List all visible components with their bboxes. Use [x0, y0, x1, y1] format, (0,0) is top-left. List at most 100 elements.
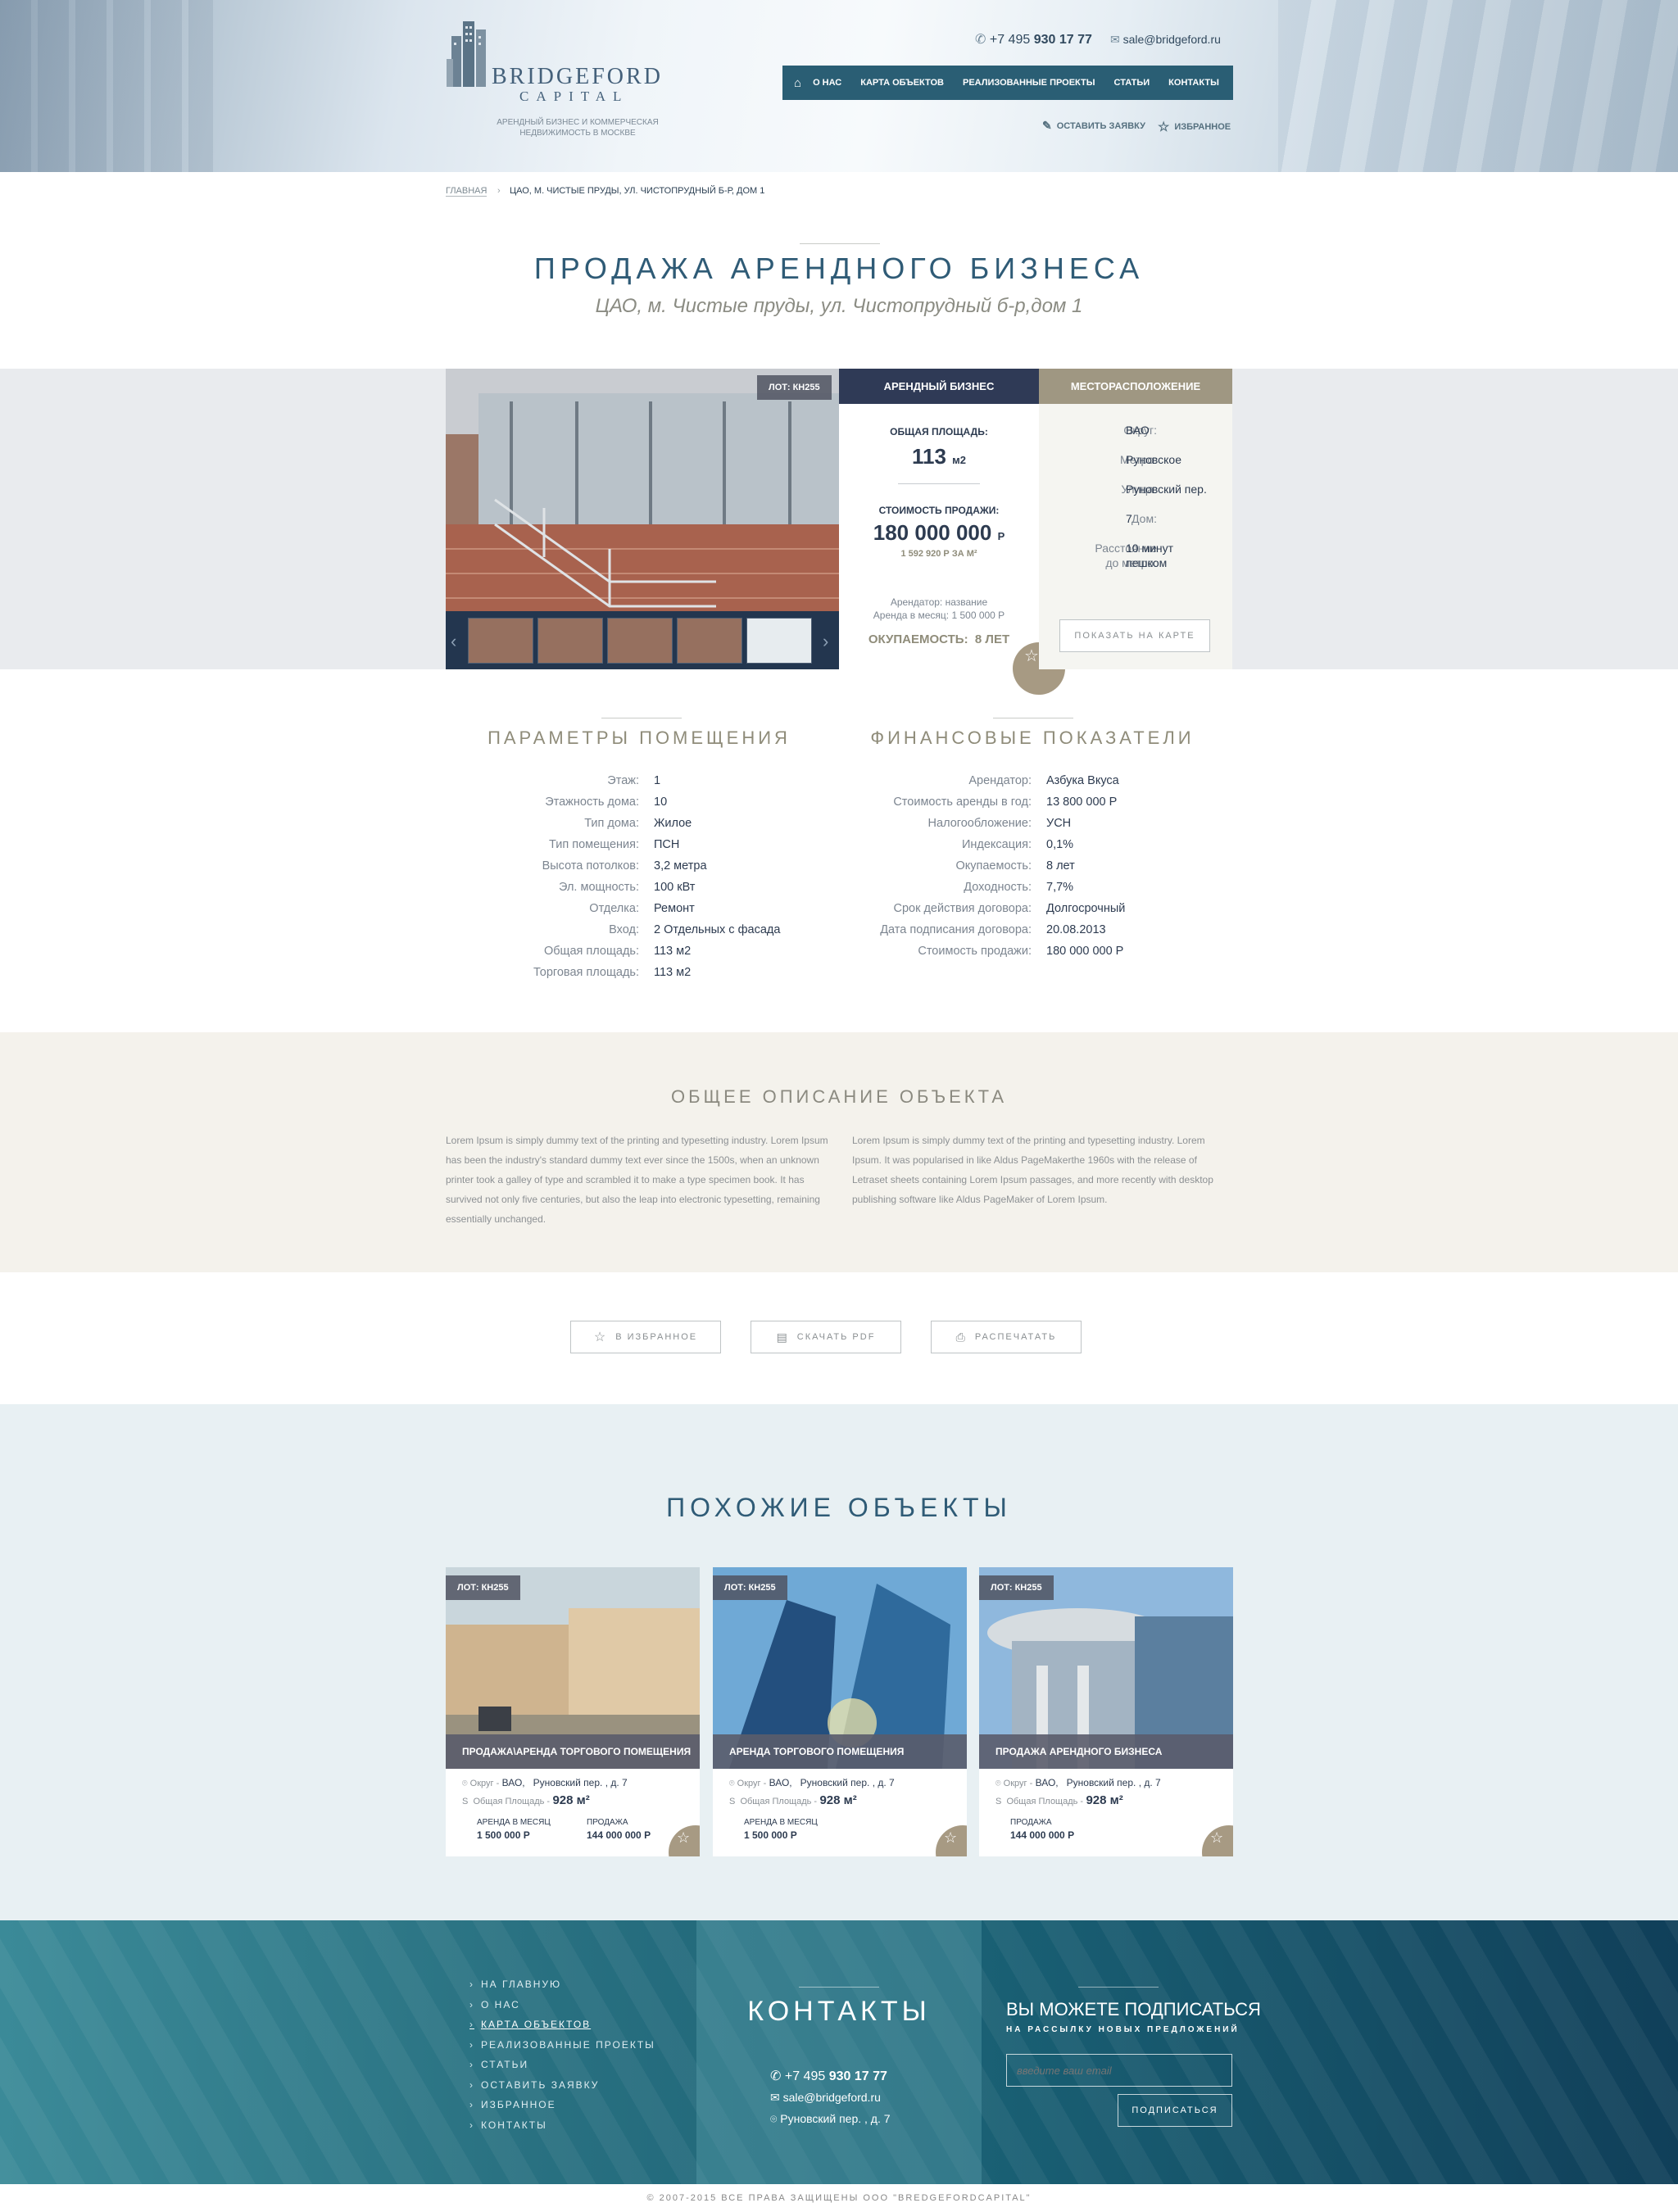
home-icon[interactable]: ⌂: [794, 76, 801, 90]
card-area: S Общая Площадь - 928 м²: [995, 1793, 1123, 1807]
finance-value: УСН: [1046, 817, 1072, 830]
param-value: 2 Отдельных с фасада: [654, 923, 781, 936]
footer-nav-articles[interactable]: Статьи: [469, 2055, 655, 2075]
similar-card[interactable]: Лот: КН255 Продажа арендного бизнеса ⌾ О…: [979, 1567, 1233, 1856]
nav-projects[interactable]: Реализованные проекты: [963, 78, 1095, 88]
param-key: Эл. мощность:: [559, 881, 639, 894]
thumbnail[interactable]: [468, 617, 533, 664]
footer-nav-contacts[interactable]: Контакты: [469, 2115, 655, 2136]
param-key: Высота потолков:: [542, 859, 639, 873]
card-district: ВАО,: [769, 1777, 792, 1788]
footer-nav: На главную О нас Карта объектов Реализов…: [469, 1974, 655, 2135]
thumbnail[interactable]: [746, 617, 812, 664]
param-value: Ремонт: [654, 902, 695, 915]
card-rent-label: Аренда в месяц: [477, 1818, 551, 1827]
payback-label: Окупаемость:: [868, 632, 968, 646]
area-value: 113: [911, 444, 946, 469]
params-title: Параметры помещения: [488, 728, 791, 748]
area-icon: S: [995, 1797, 1007, 1806]
star-icon: ☆: [1210, 1829, 1224, 1846]
location-key: Дом:: [1132, 512, 1157, 525]
header-email[interactable]: ✉ sale@bridgeford.ru: [1110, 33, 1221, 47]
divider: [898, 483, 980, 484]
header-phone-prefix: +7 495: [989, 33, 1031, 47]
favorites-link[interactable]: ☆ Избранное: [1158, 119, 1231, 135]
param-key: Торговая площадь:: [533, 966, 639, 979]
params-list: Этаж: 1 Этажность дома: 10 Тип дома: Жилое …: [492, 770, 780, 983]
logo-tagline: Арендный бизнес и коммерческая недвижимо…: [497, 118, 659, 138]
footer: [0, 1920, 1678, 2184]
main-nav: ⌂ О нас Карта объектов Реализованные про…: [782, 66, 1233, 100]
finance-key: Стоимость продажи:: [918, 945, 1032, 958]
finance-value: Азбука Вкуса: [1046, 774, 1119, 787]
pin-icon: ⌾: [995, 1779, 1004, 1788]
add-favorite-button[interactable]: ☆ В избранное: [570, 1321, 721, 1353]
next-arrow-icon[interactable]: ›: [823, 631, 828, 652]
param-key: Этажность дома:: [545, 796, 639, 809]
star-icon: ☆: [593, 1330, 608, 1344]
printer-icon: ⎙: [955, 1330, 967, 1344]
finance-key: Налогообложение:: [927, 817, 1032, 830]
param-value: 100 кВт: [654, 881, 696, 894]
footer-email-text: sale@bridgeford.ru: [782, 2091, 881, 2104]
card-district: ВАО,: [501, 1777, 525, 1788]
description-title: Общее описание объекта: [670, 1086, 1008, 1107]
footer-contacts-panel: [696, 1920, 982, 2184]
add-favorite-label: В избранное: [615, 1332, 698, 1342]
footer-nav-about[interactable]: О нас: [469, 1995, 655, 2015]
mail-icon: ✉: [1110, 33, 1123, 46]
footer-nav-map[interactable]: Карта объектов: [469, 2015, 655, 2035]
similar-card[interactable]: Лот: КН255 Аренда торгового помещения ⌾ …: [713, 1567, 967, 1856]
download-pdf-button[interactable]: ▤ Скачать PDF: [751, 1321, 901, 1353]
logo-subtitle[interactable]: CAPITAL: [519, 88, 628, 105]
nav-contacts[interactable]: Контакты: [1168, 78, 1219, 88]
footer-nav-request[interactable]: Оставить заявку: [469, 2075, 655, 2096]
footer-nav-projects[interactable]: Реализованные проекты: [469, 2035, 655, 2056]
subscribe-email-input[interactable]: [1006, 2054, 1232, 2087]
header-phone[interactable]: ✆ +7 495 930 17 77: [975, 31, 1092, 48]
print-button[interactable]: ⎙ Распечатать: [931, 1321, 1082, 1353]
card-area-label: Общая Площадь -: [1006, 1797, 1084, 1806]
param-key: Тип дома:: [584, 817, 639, 830]
price-per-m: 1 592 920 Р за м²: [900, 549, 977, 559]
finance-key: Окупаемость:: [955, 859, 1032, 873]
nav-about[interactable]: О нас: [813, 78, 841, 88]
param-key: Вход:: [609, 923, 639, 936]
download-pdf-label: Скачать PDF: [796, 1332, 876, 1342]
payback-value: 8 лет: [974, 632, 1010, 646]
param-key: Этаж:: [607, 774, 639, 787]
similar-card[interactable]: Лот: КН255 Продажа\аренда торгового поме…: [446, 1567, 700, 1856]
card-area-value: 928 м²: [819, 1793, 857, 1807]
description-section: [0, 1032, 1678, 1272]
request-link[interactable]: ✎ Оставить заявку: [1042, 119, 1145, 133]
page-title: Продажа арендного бизнеса: [533, 252, 1145, 285]
footer-nav-favorites[interactable]: Избранное: [469, 2095, 655, 2115]
lot-badge: Лот: КН255: [757, 375, 832, 400]
similar-title: Похожие объекты: [666, 1493, 1012, 1522]
param-value: 3,2 метра: [654, 859, 707, 873]
thumbnail[interactable]: [537, 617, 603, 664]
title-rule: [800, 243, 880, 244]
prev-arrow-icon[interactable]: ‹: [451, 631, 456, 652]
footer-nav-home[interactable]: На главную: [469, 1974, 655, 1995]
area-value-line: 113 м2: [839, 444, 1039, 469]
footer-phone[interactable]: ✆ +7 495 930 17 77: [770, 2068, 887, 2084]
subscribe-button[interactable]: Подписаться: [1118, 2094, 1232, 2127]
nav-map[interactable]: Карта объектов: [860, 78, 944, 88]
breadcrumb-home[interactable]: Главная: [446, 186, 488, 197]
logo-title[interactable]: BRIDGEFORD: [492, 64, 663, 90]
show-on-map-button[interactable]: Показать на карте: [1059, 619, 1210, 652]
thumbnail[interactable]: [677, 617, 742, 664]
photo-thumbnails: [446, 611, 839, 669]
nav-articles[interactable]: Статьи: [1114, 78, 1150, 88]
card-district: ВАО,: [1035, 1777, 1059, 1788]
logo-building-icon[interactable]: [447, 18, 497, 93]
edit-icon: ✎: [1042, 119, 1052, 132]
rent-line: Аренда в месяц: 1 500 000 Р: [873, 610, 1005, 621]
thumbnail[interactable]: [607, 617, 673, 664]
description-left: Lorem Ipsum is simply dummy text of the …: [446, 1135, 828, 1225]
finance-value: 20.08.2013: [1046, 923, 1106, 936]
finance-value: 13 800 000 Р: [1046, 796, 1118, 809]
footer-email[interactable]: ✉ sale@bridgeford.ru: [770, 2091, 881, 2105]
card-district-label: Округ -: [469, 1779, 500, 1788]
